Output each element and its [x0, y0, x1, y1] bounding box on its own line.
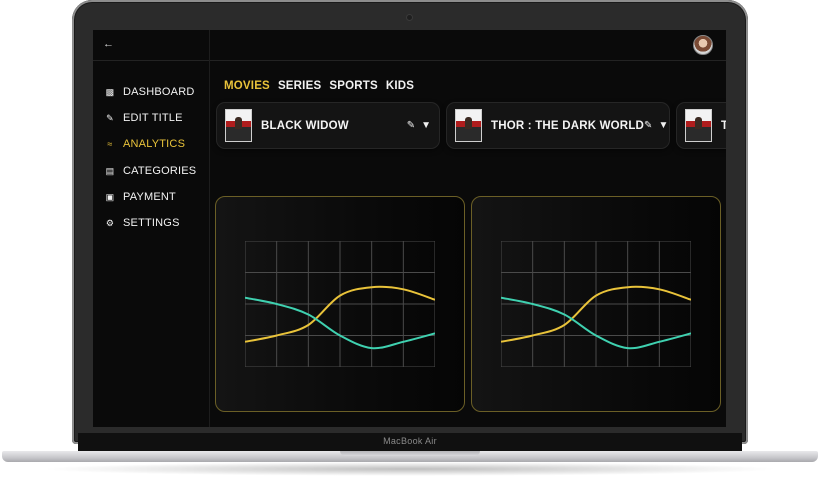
device-label: MacBook Air: [383, 436, 437, 446]
tab-kids[interactable]: KIDS: [386, 80, 414, 92]
caret-down-icon[interactable]: ▼: [421, 120, 431, 131]
line-chart: [501, 241, 691, 367]
sidebar-item-label: DASHBOARD: [123, 86, 195, 98]
sidebar-item-settings[interactable]: ⚙ SETTINGS: [105, 215, 180, 231]
categories-icon: ▤: [105, 165, 115, 176]
pencil-icon[interactable]: ✎: [644, 120, 652, 131]
app-screen: ← ▩ DASHBOARD ✎ EDIT TITLE ≈ ANALYTICS ▤…: [93, 30, 726, 427]
poster-thumbnail: [225, 109, 252, 142]
sidebar-item-analytics[interactable]: ≈ ANALYTICS: [105, 136, 185, 152]
sidebar-item-edit-title[interactable]: ✎ EDIT TITLE: [105, 110, 183, 126]
analytics-chart-panel: [471, 196, 721, 412]
sidebar-item-label: EDIT TITLE: [123, 112, 183, 124]
title-card[interactable]: BLACK WIDOW ✎ ▼: [217, 103, 439, 148]
gear-icon: ⚙: [105, 217, 115, 228]
avatar[interactable]: [693, 35, 713, 55]
line-chart: [245, 241, 435, 367]
caret-down-icon[interactable]: ▼: [658, 120, 668, 131]
title-name: THOR : THE DARK WORLD: [491, 119, 645, 132]
poster-thumbnail: [455, 109, 482, 142]
top-bar: ←: [93, 30, 726, 61]
title-card[interactable]: THOR : THE DARK WORLD ✎ ▼: [447, 103, 669, 148]
analytics-icon: ≈: [107, 139, 113, 149]
tab-movies[interactable]: MOVIES: [224, 80, 270, 92]
sidebar-item-payment[interactable]: ▣ PAYMENT: [105, 189, 176, 205]
poster-thumbnail: [685, 109, 712, 142]
title-card[interactable]: TH: [677, 103, 726, 148]
laptop-shadow: [40, 462, 780, 476]
tab-sports[interactable]: SPORTS: [329, 80, 378, 92]
title-name: BLACK WIDOW: [261, 119, 349, 132]
sidebar-item-label: CATEGORIES: [123, 165, 197, 177]
title-name: TH: [721, 119, 726, 132]
pencil-icon[interactable]: ✎: [407, 120, 415, 131]
tab-series[interactable]: SERIES: [278, 80, 321, 92]
sidebar-item-categories[interactable]: ▤ CATEGORIES: [105, 163, 196, 179]
category-tabs: MOVIES SERIES SPORTS KIDS: [224, 80, 414, 92]
sidebar-item-label: SETTINGS: [123, 217, 180, 229]
arrow-left-icon[interactable]: ←: [103, 38, 114, 50]
sidebar-item-dashboard[interactable]: ▩ DASHBOARD: [105, 84, 195, 100]
sidebar-divider: [209, 30, 210, 427]
analytics-chart-panel: [215, 196, 465, 412]
sidebar-item-label: ANALYTICS: [123, 138, 186, 150]
sidebar-item-label: PAYMENT: [123, 191, 176, 203]
pencil-icon: ✎: [106, 112, 114, 123]
dashboard-icon: ▩: [105, 86, 115, 97]
payment-icon: ▣: [105, 191, 115, 202]
laptop-notch: [340, 451, 480, 456]
camera-icon: [407, 15, 412, 20]
